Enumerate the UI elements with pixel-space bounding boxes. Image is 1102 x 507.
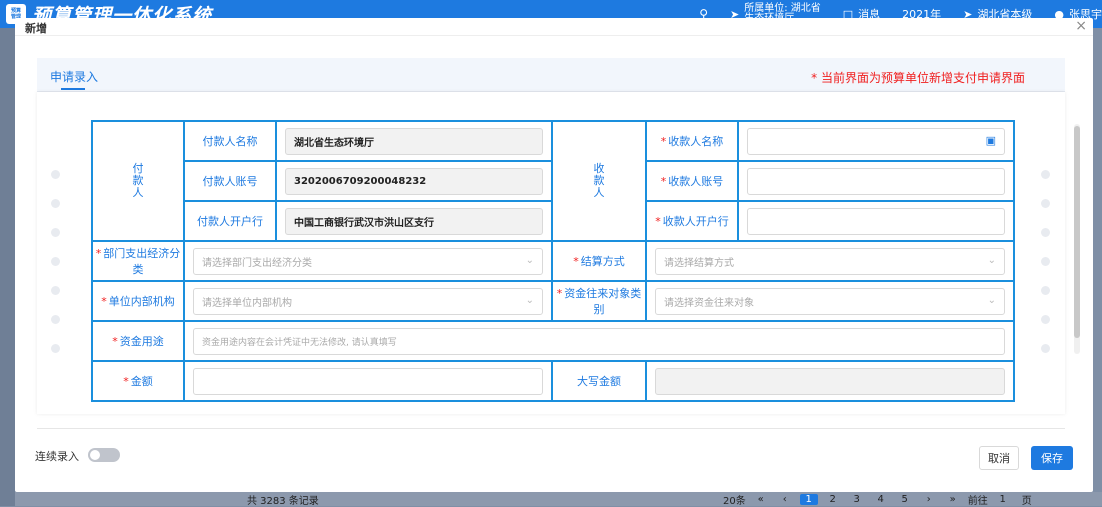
settle-label: * 结算方式	[551, 240, 647, 282]
section-header: 申请录入 * 当前界面为预算单位新增支付申请界面	[37, 58, 1065, 92]
background-pagination: 共 3283 条记录 20条 « ‹ 1 2 3 4 5 › » 前往 1 页	[15, 492, 1102, 507]
inner-org-label: * 单位内部机构	[91, 280, 185, 322]
total-records: 共 3283 条记录	[247, 496, 319, 507]
payer-name-cell: 湖北省生态环境厅	[275, 120, 553, 162]
payer-group-label: 付款人	[91, 120, 185, 242]
chevron-down-icon: ⌄	[987, 254, 996, 266]
dot	[1041, 286, 1050, 295]
payer-name-field: 湖北省生态环境厅	[285, 127, 543, 155]
inner-org-cell: 请选择单位内部机构 ⌄	[183, 280, 553, 322]
footer-divider	[37, 428, 1065, 429]
chevron-down-icon: ⌄	[525, 254, 534, 266]
page-unit: 页	[1021, 496, 1032, 507]
payer-account-label: 付款人账号	[183, 160, 277, 202]
payee-bank-label: * 收款人开户行	[645, 200, 739, 242]
payer-name-label: 付款人名称	[183, 120, 277, 162]
settle-cell: 请选择结算方式 ⌄	[645, 240, 1015, 282]
dot	[51, 315, 60, 324]
scrollbar-thumb[interactable]	[1074, 126, 1080, 338]
pager-page-5[interactable]: 5	[896, 494, 914, 505]
counterparty-label: * 资金往来对象类别	[551, 280, 647, 322]
dialog-title: 新增	[25, 22, 47, 35]
form-area: 付款人 付款人名称 湖北省生态环境厅 收款人 * 收款人名称 ▣ 付款人账号 32…	[37, 92, 1065, 414]
step-dots-right	[1041, 170, 1051, 373]
payee-bank-input[interactable]	[747, 207, 1005, 235]
add-dialog: 新增 × 申请录入 * 当前界面为预算单位新增支付申请界面 付 款 人 付款人名…	[15, 18, 1093, 492]
amount-label: * 金额	[91, 360, 185, 402]
dot	[1041, 315, 1050, 324]
cancel-button[interactable]: 取消	[979, 446, 1019, 470]
pager-page-2[interactable]: 2	[824, 494, 842, 505]
inner-org-select[interactable]: 请选择单位内部机构 ⌄	[193, 287, 543, 315]
chevron-down-icon: ⌄	[987, 294, 996, 306]
capital-amount-label: 大写金额	[551, 360, 647, 402]
payer-account-field: 3202006709200048232	[285, 167, 543, 195]
dot	[1041, 199, 1050, 208]
capital-amount-cell	[645, 360, 1015, 402]
payer-bank-label: 付款人开户行	[183, 200, 277, 242]
purpose-label: * 资金用途	[91, 320, 185, 362]
close-icon[interactable]: ×	[1075, 18, 1087, 34]
pager-next[interactable]: ›	[920, 494, 938, 505]
toggle-knob	[90, 450, 100, 460]
payee-account-input[interactable]	[747, 167, 1005, 195]
dot	[51, 257, 60, 266]
tab-underline	[61, 88, 85, 90]
payer-bank-field: 中国工商银行武汉市洪山区支行	[285, 207, 543, 235]
chevron-down-icon: ⌄	[525, 294, 534, 306]
dot	[1041, 228, 1050, 237]
payee-name-input[interactable]: ▣	[747, 127, 1005, 155]
dot	[51, 199, 60, 208]
dot	[1041, 344, 1050, 353]
pager: 20条 « ‹ 1 2 3 4 5 › » 前往 1 页	[723, 492, 1042, 507]
payee-group-label: 收款人	[551, 120, 647, 242]
purpose-cell: 资金用途内容在会计凭证中无法修改, 请认真填写	[183, 320, 1015, 362]
page-hint: * 当前界面为预算单位新增支付申请界面	[811, 71, 1025, 85]
payee-bank-cell	[737, 200, 1015, 242]
payer-bank-cell: 中国工商银行武汉市洪山区支行	[275, 200, 553, 242]
pager-first[interactable]: «	[752, 494, 770, 505]
dot	[1041, 257, 1050, 266]
payee-account-cell	[737, 160, 1015, 202]
background-sidebar	[0, 28, 15, 506]
goto-input[interactable]: 1	[994, 494, 1012, 505]
payee-name-cell: ▣	[737, 120, 1015, 162]
payee-lookup-icon[interactable]: ▣	[986, 134, 996, 147]
dot	[51, 286, 60, 295]
amount-cell	[183, 360, 553, 402]
capital-amount-field	[655, 367, 1005, 395]
econ-class-select[interactable]: 请选择部门支出经济分类 ⌄	[193, 247, 543, 275]
payee-account-label: * 收款人账号	[645, 160, 739, 202]
dot	[51, 228, 60, 237]
pager-prev[interactable]: ‹	[776, 494, 794, 505]
dot	[1041, 170, 1050, 179]
step-dots-left	[51, 170, 61, 373]
counterparty-select[interactable]: 请选择资金往来对象 ⌄	[655, 287, 1005, 315]
amount-input[interactable]	[193, 367, 543, 395]
goto-label: 前往	[967, 496, 988, 507]
pager-page-4[interactable]: 4	[872, 494, 890, 505]
payer-account-cell: 3202006709200048232	[275, 160, 553, 202]
payee-name-label: * 收款人名称	[645, 120, 739, 162]
dot	[51, 170, 60, 179]
pager-page-3[interactable]: 3	[848, 494, 866, 505]
page-size-select[interactable]: 20条	[723, 492, 746, 507]
continuous-entry-label: 连续录入	[35, 450, 79, 463]
settle-select[interactable]: 请选择结算方式 ⌄	[655, 247, 1005, 275]
econ-class-label: * 部门支出经济分类	[91, 240, 185, 282]
tab-apply-entry[interactable]: 申请录入	[50, 68, 98, 85]
dialog-header: 新增 ×	[15, 18, 1093, 36]
dot	[51, 344, 60, 353]
pager-last[interactable]: »	[944, 494, 962, 505]
purpose-input[interactable]: 资金用途内容在会计凭证中无法修改, 请认真填写	[193, 327, 1005, 355]
continuous-entry-toggle[interactable]	[88, 448, 120, 462]
counterparty-cell: 请选择资金往来对象 ⌄	[645, 280, 1015, 322]
pager-page-1[interactable]: 1	[799, 494, 818, 505]
econ-class-cell: 请选择部门支出经济分类 ⌄	[183, 240, 553, 282]
payment-form-table: 付款人 付款人名称 湖北省生态环境厅 收款人 * 收款人名称 ▣ 付款人账号 32…	[91, 120, 1015, 402]
save-button[interactable]: 保存	[1031, 446, 1073, 470]
